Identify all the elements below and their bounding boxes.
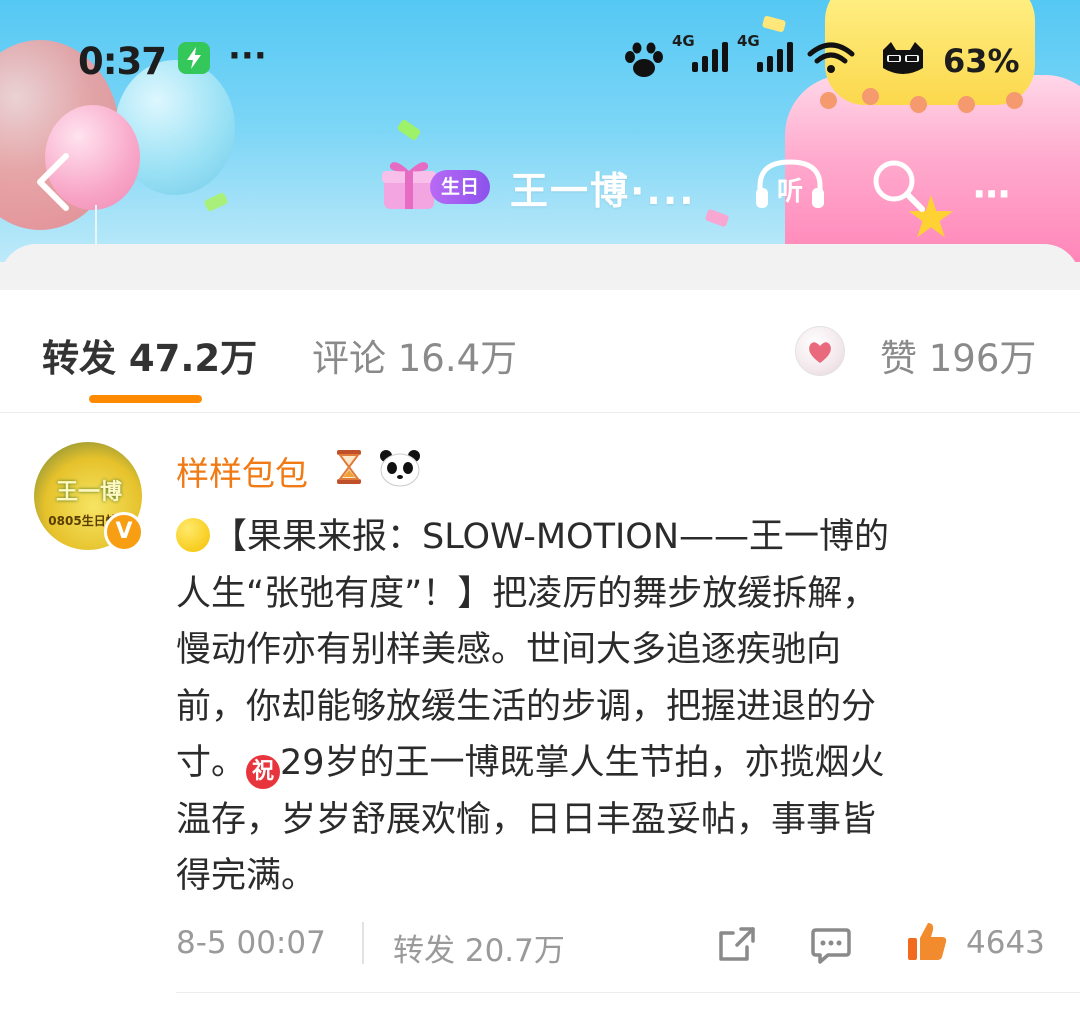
yellow-circle-icon	[176, 518, 210, 552]
post-line-text: 【果果来报：SLOW-MOTION——王一博的	[212, 517, 890, 557]
post-content: 【果果来报：SLOW-MOTION——王一博的 人生“张弛有度”！】把凌厉的舞步…	[176, 509, 1056, 905]
post-line: 得完满。	[176, 856, 317, 896]
post-line: 人生“张弛有度”！】把凌厉的舞步放缓拆解，	[176, 573, 878, 614]
headphones-listen-icon[interactable]: 听	[752, 158, 828, 218]
paw-icon	[622, 42, 666, 84]
cake-bead	[820, 92, 837, 109]
cake-bead	[958, 96, 975, 113]
share-icon[interactable]	[717, 925, 757, 967]
post-line: 慢动作亦有别样美感。世间大多追逐疾驰向	[176, 630, 842, 670]
avatar-text: 王一博	[55, 480, 122, 505]
post-line: 寸。祝 29岁的王一博既掌人生节拍，亦揽烟火	[176, 735, 1056, 792]
svg-text:听: 听	[777, 177, 803, 207]
post-repost-count: 转发 20.7万	[393, 933, 565, 969]
tab-comment[interactable]: 评论 16.4万	[312, 328, 517, 382]
search-icon[interactable]	[868, 155, 930, 221]
post-line-prefix: 寸。	[176, 743, 247, 783]
panda-icon	[378, 448, 422, 492]
confetti-decoration	[203, 191, 229, 213]
like-reaction-icon[interactable]	[795, 326, 845, 376]
sheet-background	[0, 262, 1080, 292]
more-icon[interactable]: ···	[972, 172, 1011, 216]
signal-icon	[690, 40, 734, 78]
wifi-icon	[806, 42, 856, 80]
cake-bead	[862, 88, 879, 105]
cake-bead	[1006, 92, 1023, 109]
cake-bead	[910, 96, 927, 113]
post-timestamp: 8-5 00:07	[176, 925, 326, 961]
birthday-badge[interactable]: 生日	[430, 170, 490, 204]
confetti-decoration	[704, 208, 730, 228]
tab-like[interactable]: 赞 196万	[880, 328, 1036, 382]
status-time: 0:37	[78, 40, 167, 83]
interaction-tabs: 转发 47.2万 评论 16.4万 赞 196万	[0, 290, 1080, 413]
post-line: 前，你却能够放缓生活的步调，把握进退的分	[176, 686, 877, 727]
post-line-text: 29岁的王一博既掌人生节拍，亦揽烟火	[280, 743, 885, 783]
thumbs-up-icon[interactable]	[906, 920, 948, 968]
divider	[362, 922, 364, 964]
confetti-decoration	[761, 15, 787, 33]
active-tab-indicator	[89, 395, 202, 403]
back-chevron-icon[interactable]	[30, 150, 74, 218]
username[interactable]: 样样包包	[176, 447, 308, 495]
post-line: 温存，岁岁舒展欢愉，日日丰盈妥帖，事事皆	[176, 799, 877, 840]
signal-icon	[755, 40, 799, 78]
comment-icon[interactable]	[810, 926, 852, 970]
header-title: 王一博·...	[510, 169, 696, 213]
charging-icon	[178, 42, 210, 74]
post-line: 【果果来报：SLOW-MOTION——王一博的	[176, 509, 1056, 566]
divider	[176, 992, 1080, 993]
verified-badge: V	[104, 512, 144, 552]
tab-repost[interactable]: 转发 47.2万	[42, 328, 257, 382]
status-more-icon: ···	[228, 36, 267, 76]
cat-sunglasses-icon	[878, 40, 928, 82]
confetti-decoration	[396, 118, 422, 142]
hourglass-icon	[330, 448, 368, 490]
like-count: 4643	[966, 925, 1045, 961]
battery-percent: 63%	[943, 42, 1020, 80]
congrats-icon: 祝	[246, 755, 281, 789]
